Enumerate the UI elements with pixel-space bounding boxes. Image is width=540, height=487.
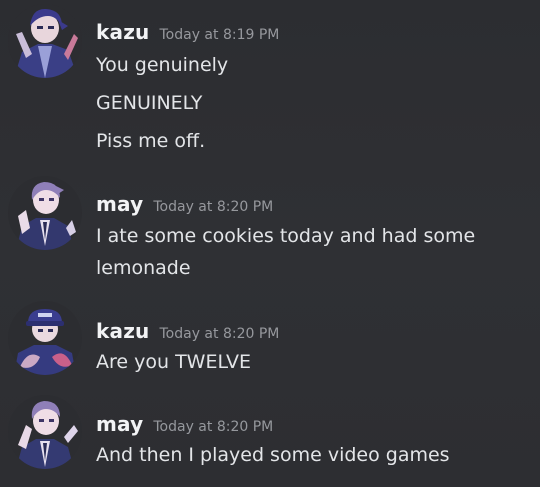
message-header: may Today at 8:20 PM xyxy=(96,412,273,436)
timestamp: Today at 8:20 PM xyxy=(153,419,274,435)
message-text: I ate some cookies today and had some xyxy=(96,225,476,247)
message-header: kazu Today at 8:20 PM xyxy=(96,319,279,343)
message-text: Are you TWELVE xyxy=(96,351,251,373)
message-text: GENUINELY xyxy=(96,92,203,114)
kazu-avatar-icon[interactable] xyxy=(8,301,82,375)
username[interactable]: kazu xyxy=(96,20,149,44)
timestamp: Today at 8:20 PM xyxy=(159,326,280,342)
may-avatar-icon[interactable] xyxy=(8,176,82,250)
chat-log: kazu Today at 8:19 PM You genuinely GENUI… xyxy=(0,0,540,487)
may-avatar-icon[interactable] xyxy=(8,395,82,469)
kazu-avatar-icon[interactable] xyxy=(8,4,82,78)
message-text: Piss me off. xyxy=(96,130,206,152)
username[interactable]: kazu xyxy=(96,319,149,343)
timestamp: Today at 8:20 PM xyxy=(153,199,274,215)
username[interactable]: may xyxy=(96,412,143,436)
username[interactable]: may xyxy=(96,192,143,216)
message-header: kazu Today at 8:19 PM xyxy=(96,20,279,44)
timestamp: Today at 8:19 PM xyxy=(159,27,280,43)
message-text: And then I played some video games xyxy=(96,444,450,466)
message-header: may Today at 8:20 PM xyxy=(96,192,273,216)
message-text: lemonade xyxy=(96,257,191,279)
message-text: You genuinely xyxy=(96,54,229,76)
